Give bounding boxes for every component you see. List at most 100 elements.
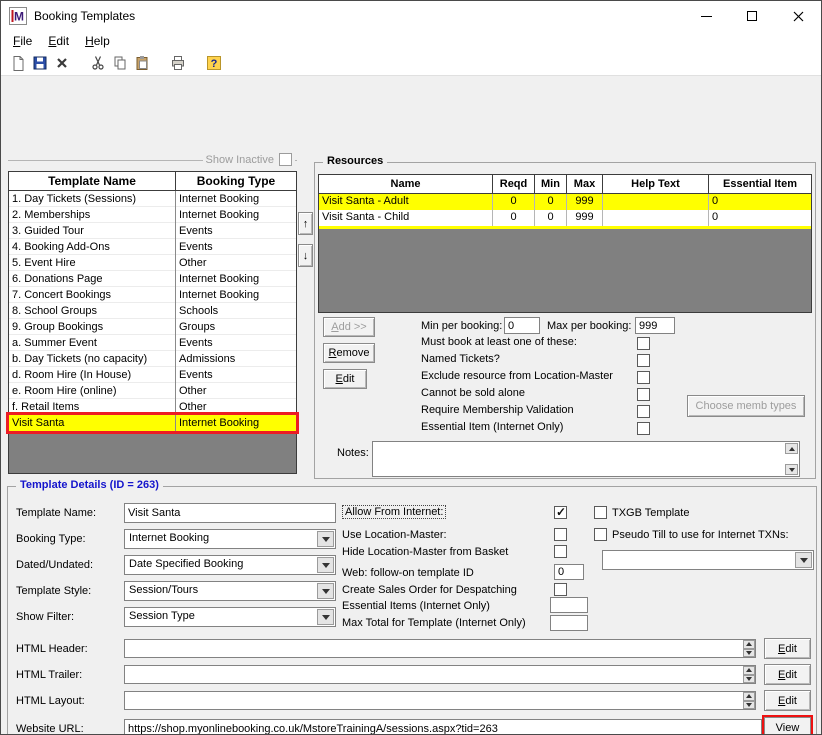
print-icon[interactable] bbox=[167, 53, 189, 74]
chevron-down-icon[interactable] bbox=[795, 552, 812, 568]
column-header-reqd[interactable]: Reqd bbox=[493, 175, 535, 193]
chevron-down-icon[interactable] bbox=[317, 609, 334, 625]
resource-option-checkbox[interactable] bbox=[637, 337, 650, 350]
html-header-field[interactable] bbox=[124, 639, 756, 658]
template-row[interactable]: 3. Guided Tour Events bbox=[9, 222, 296, 239]
column-header-template-name[interactable]: Template Name bbox=[9, 172, 176, 190]
show-inactive-checkbox[interactable] bbox=[279, 153, 292, 166]
html-header-input[interactable] bbox=[124, 639, 756, 658]
resource-row[interactable]: Visit Santa - Adult 0 0 999 0 bbox=[319, 194, 811, 210]
html-layout-field[interactable] bbox=[124, 691, 756, 710]
menu-bar: File Edit Help bbox=[1, 31, 821, 51]
html-layout-input[interactable] bbox=[124, 691, 756, 710]
remove-button[interactable]: Remove bbox=[323, 343, 375, 363]
template-row[interactable]: Visit Santa Internet Booking bbox=[9, 415, 296, 431]
menu-help[interactable]: Help bbox=[77, 32, 118, 50]
essential-items-input[interactable] bbox=[550, 597, 588, 613]
template-row[interactable]: 5. Event Hire Other bbox=[9, 254, 296, 271]
chevron-down-icon[interactable] bbox=[317, 531, 334, 547]
column-header-essential-item[interactable]: Essential Item bbox=[709, 175, 811, 193]
template-row[interactable]: 9. Group Bookings Groups bbox=[9, 318, 296, 335]
resource-option-checkbox[interactable] bbox=[637, 388, 650, 401]
move-down-button[interactable]: ↓ bbox=[298, 244, 313, 267]
template-row[interactable]: 4. Booking Add-Ons Events bbox=[9, 238, 296, 255]
menu-file[interactable]: File bbox=[5, 32, 40, 50]
scroll-down-icon[interactable] bbox=[785, 464, 798, 475]
template-style-select[interactable]: Session/Tours bbox=[124, 581, 336, 601]
txgb-template-checkbox[interactable] bbox=[594, 506, 607, 519]
view-button[interactable]: View bbox=[764, 717, 811, 734]
html-trailer-field[interactable] bbox=[124, 665, 756, 684]
cell: Events bbox=[179, 336, 213, 349]
column-header-name[interactable]: Name bbox=[319, 175, 493, 193]
notes-scrollbar[interactable] bbox=[785, 443, 798, 475]
spinner-icon[interactable] bbox=[743, 692, 755, 709]
allow-from-internet-checkbox[interactable] bbox=[554, 505, 567, 519]
resource-option-checkbox[interactable] bbox=[637, 422, 650, 435]
booking-type-select[interactable]: Internet Booking bbox=[124, 529, 336, 549]
close-button[interactable] bbox=[775, 1, 821, 31]
move-up-button[interactable]: ↑ bbox=[298, 212, 313, 235]
html-trailer-input[interactable] bbox=[124, 665, 756, 684]
help-icon[interactable]: ? bbox=[203, 53, 225, 74]
column-header-help-text[interactable]: Help Text bbox=[603, 175, 709, 193]
copy-icon[interactable] bbox=[109, 53, 131, 74]
resource-option-checkbox[interactable] bbox=[637, 371, 650, 384]
html-layout-edit-button[interactable]: Edit bbox=[764, 690, 811, 711]
cell: 2. Memberships bbox=[9, 206, 176, 223]
html-header-label: HTML Header: bbox=[16, 643, 88, 655]
website-url-input[interactable] bbox=[124, 719, 762, 734]
show-filter-select[interactable]: Session Type bbox=[124, 607, 336, 627]
scroll-up-icon[interactable] bbox=[785, 443, 798, 454]
template-row[interactable]: 8. School Groups Schools bbox=[9, 302, 296, 319]
column-header-max[interactable]: Max bbox=[567, 175, 603, 193]
use-location-master-checkbox[interactable] bbox=[554, 528, 567, 541]
template-row[interactable]: 6. Donations Page Internet Booking bbox=[9, 270, 296, 287]
min-per-booking-label: Min per booking: bbox=[421, 320, 503, 332]
choose-memb-types-button[interactable]: Choose memb types bbox=[687, 395, 805, 417]
cut-icon[interactable] bbox=[87, 53, 109, 74]
create-sales-order-checkbox[interactable] bbox=[554, 583, 567, 596]
template-row[interactable]: e. Room Hire (online) Other bbox=[9, 382, 296, 399]
resource-option-checkbox[interactable] bbox=[637, 354, 650, 367]
chevron-down-icon[interactable] bbox=[317, 557, 334, 573]
spinner-icon[interactable] bbox=[743, 640, 755, 657]
web-follow-on-input[interactable] bbox=[554, 564, 584, 580]
column-header-booking-type[interactable]: Booking Type bbox=[176, 172, 296, 190]
pseudo-till-select[interactable] bbox=[602, 550, 814, 570]
minimize-button[interactable] bbox=[683, 1, 729, 31]
resource-row[interactable]: Visit Santa - Child 0 0 999 0 bbox=[319, 210, 811, 226]
template-row[interactable]: f. Retail Items Other bbox=[9, 398, 296, 415]
maximize-button[interactable] bbox=[729, 1, 775, 31]
template-row[interactable]: a. Summer Event Events bbox=[9, 334, 296, 351]
spinner-icon[interactable] bbox=[743, 666, 755, 683]
new-icon[interactable] bbox=[7, 53, 29, 74]
resource-option-row: Exclude resource from Location-Master bbox=[421, 370, 671, 387]
dated-undated-select[interactable]: Date Specified Booking bbox=[124, 555, 336, 575]
max-total-input[interactable] bbox=[550, 615, 588, 631]
notes-input[interactable] bbox=[372, 441, 800, 477]
html-trailer-edit-button[interactable]: Edit bbox=[764, 664, 811, 685]
delete-icon[interactable] bbox=[51, 53, 73, 74]
template-row[interactable]: b. Day Tickets (no capacity) Admissions bbox=[9, 350, 296, 367]
min-per-booking-input[interactable] bbox=[504, 317, 540, 334]
max-per-booking-input[interactable] bbox=[635, 317, 675, 334]
paste-icon[interactable] bbox=[131, 53, 153, 74]
html-header-edit-button[interactable]: Edit bbox=[764, 638, 811, 659]
template-row[interactable]: d. Room Hire (In House) Events bbox=[9, 366, 296, 383]
resource-option-checkbox[interactable] bbox=[637, 405, 650, 418]
template-row[interactable]: 7. Concert Bookings Internet Booking bbox=[9, 286, 296, 303]
add-button[interactable]: Add >> bbox=[323, 317, 375, 337]
save-icon[interactable] bbox=[29, 53, 51, 74]
cell: Other bbox=[179, 400, 207, 413]
template-row[interactable]: 1. Day Tickets (Sessions) Internet Bookin… bbox=[9, 190, 296, 207]
chevron-down-icon[interactable] bbox=[317, 583, 334, 599]
hide-location-master-checkbox[interactable] bbox=[554, 545, 567, 558]
column-header-min[interactable]: Min bbox=[535, 175, 567, 193]
pseudo-till-checkbox[interactable] bbox=[594, 528, 607, 541]
menu-edit[interactable]: Edit bbox=[40, 32, 77, 50]
resource-option-row: Named Tickets? bbox=[421, 353, 671, 370]
template-name-input[interactable] bbox=[124, 503, 336, 523]
template-row[interactable]: 2. Memberships Internet Booking bbox=[9, 206, 296, 223]
edit-resource-button[interactable]: Edit bbox=[323, 369, 367, 389]
